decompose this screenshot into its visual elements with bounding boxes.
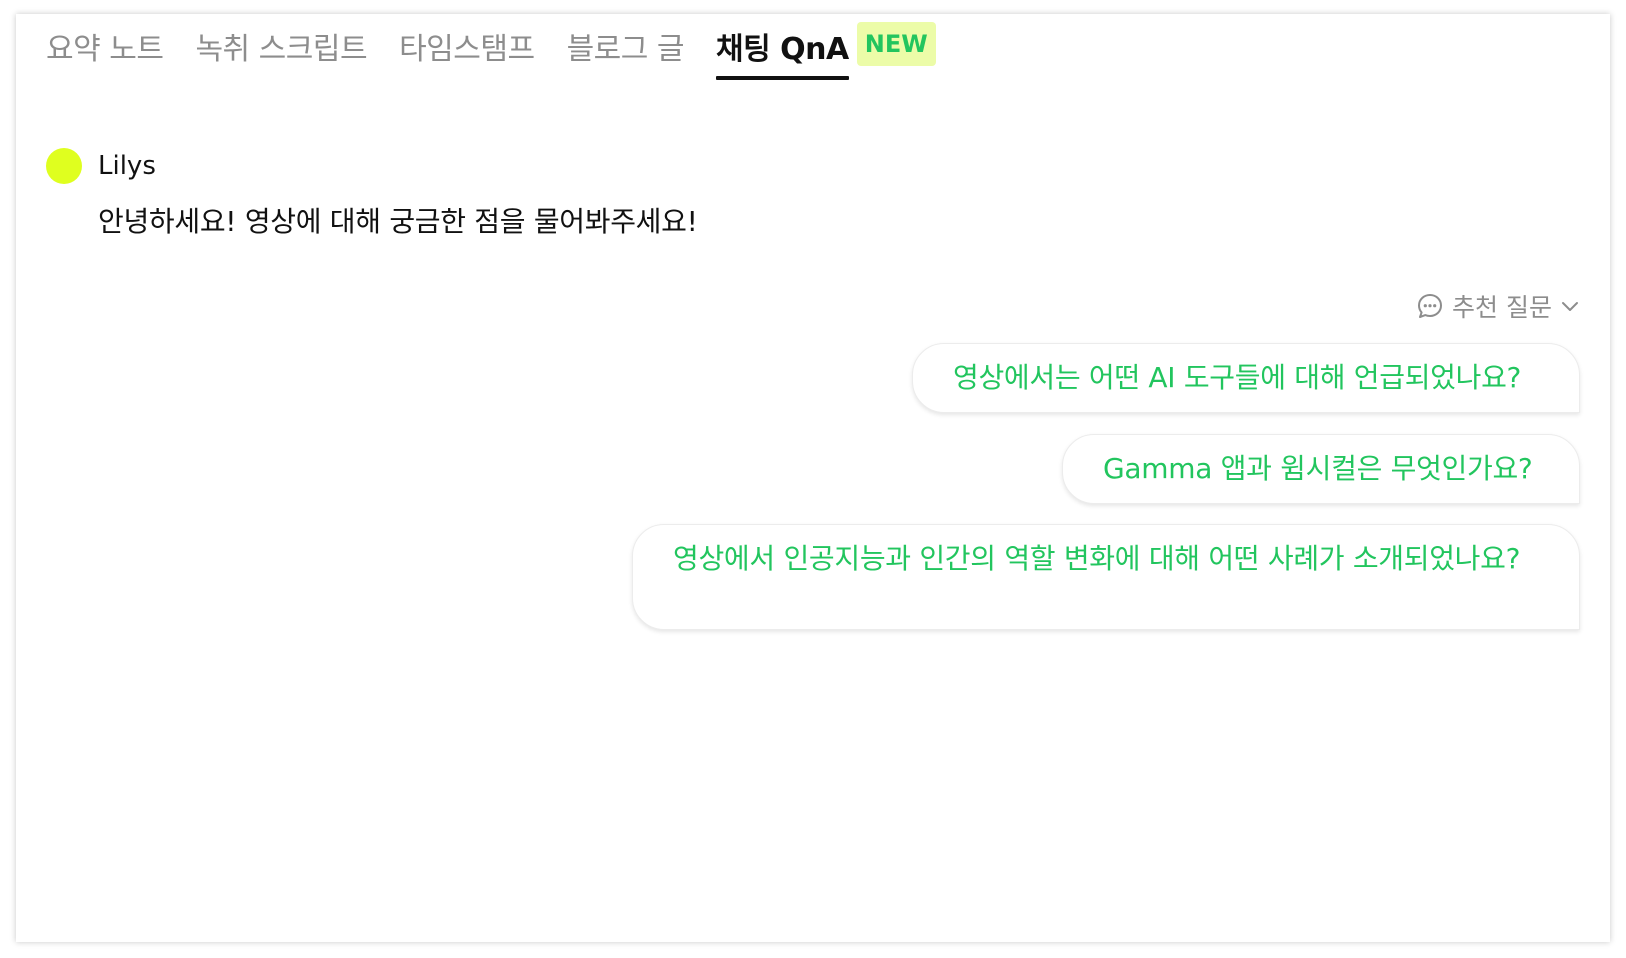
suggested-questions-label: 추천 질문 xyxy=(1452,293,1552,322)
chevron-down-icon xyxy=(1560,296,1580,316)
tab-chat-qna[interactable]: 채팅 QnA xyxy=(716,14,849,80)
suggested-question-1[interactable]: 영상에서는 어떤 AI 도구들에 대해 언급되었나요? xyxy=(912,343,1580,413)
tab-blog-post[interactable]: 블로그 글 xyxy=(567,14,685,70)
bot-avatar xyxy=(46,148,82,184)
suggested-question-3[interactable]: 영상에서 인공지능과 인간의 역할 변화에 대해 어떤 사례가 소개되었나요? xyxy=(632,524,1580,630)
bot-greeting-message: 안녕하세요! 영상에 대해 궁금한 점을 물어봐주세요! xyxy=(98,205,698,238)
bot-header: Lilys xyxy=(46,148,156,184)
chat-bubble-icon xyxy=(1416,292,1444,320)
tab-bar: 요약 노트 녹취 스크립트 타임스탬프 블로그 글 채팅 QnA NEW xyxy=(46,14,936,80)
tab-summary-note[interactable]: 요약 노트 xyxy=(46,14,164,70)
new-badge: NEW xyxy=(856,22,936,66)
suggested-questions-toggle[interactable]: 추천 질문 xyxy=(1416,288,1580,324)
chat-panel: 요약 노트 녹취 스크립트 타임스탬프 블로그 글 채팅 QnA NEW Lil… xyxy=(16,14,1610,942)
suggested-question-2[interactable]: Gamma 앱과 윔시컬은 무엇인가요? xyxy=(1062,434,1580,504)
tab-transcript[interactable]: 녹취 스크립트 xyxy=(195,14,367,70)
bot-name: Lilys xyxy=(98,151,156,181)
tab-timestamps[interactable]: 타임스탬프 xyxy=(399,14,535,70)
